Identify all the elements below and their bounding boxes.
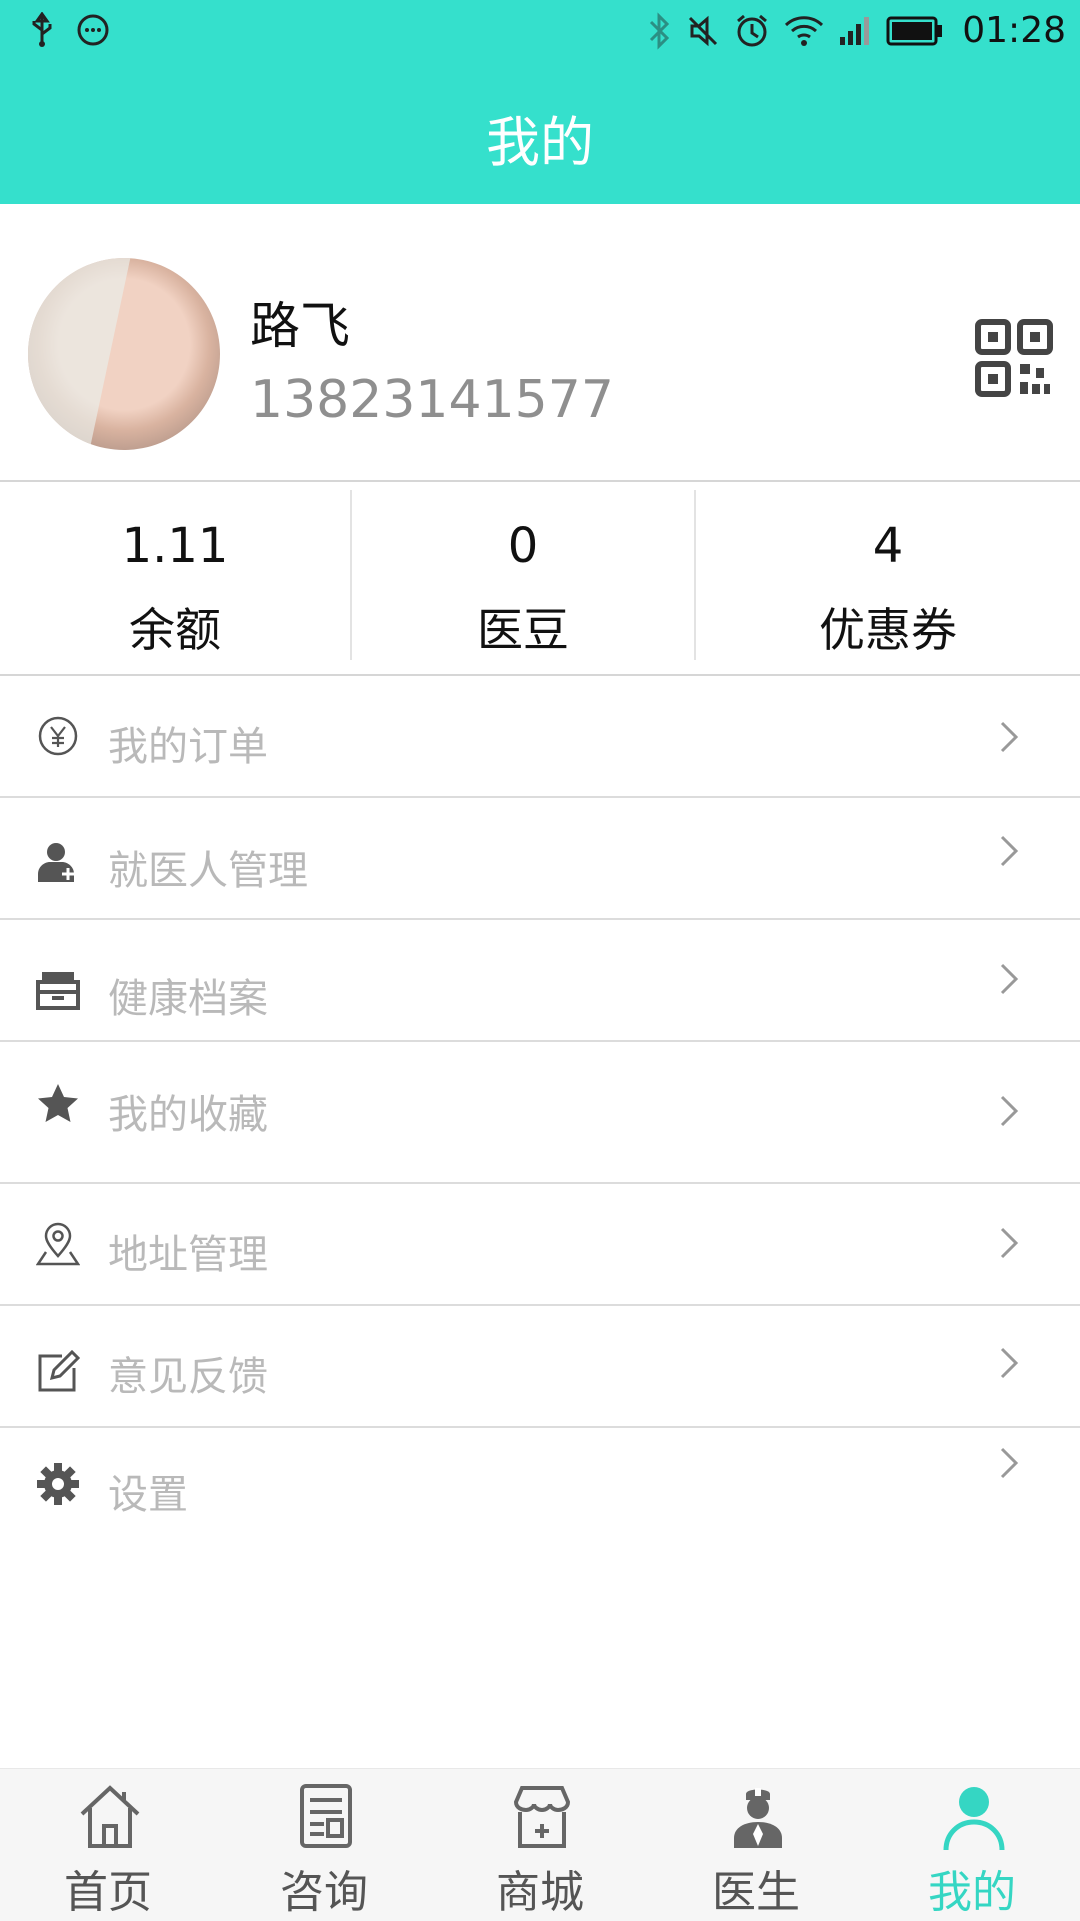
tab-mine[interactable]: 我的 [864, 1768, 1080, 1920]
doctor-icon [734, 1788, 782, 1848]
yen-circle-icon [38, 716, 78, 756]
chevron-right-icon [1000, 1447, 1019, 1479]
stat-coupons[interactable]: 4 优惠券 [696, 488, 1080, 674]
menu-item-label: 我的订单 [108, 724, 268, 770]
chevron-right-icon [1000, 1347, 1019, 1379]
bluetooth-icon [650, 11, 670, 50]
status-time: 01:28 [962, 10, 1066, 51]
menu-item-orders[interactable]: 我的订单 [0, 676, 1080, 796]
stat-label: 余额 [129, 603, 221, 657]
menu-item-label: 就医人管理 [108, 848, 308, 894]
menu-item-patients[interactable]: 就医人管理 [0, 798, 1080, 918]
stat-label: 医豆 [477, 603, 569, 657]
star-icon [38, 1084, 78, 1122]
menu-item-settings[interactable]: 设置 [0, 1428, 1080, 1548]
menu-item-label: 设置 [108, 1472, 188, 1518]
wifi-icon [785, 15, 824, 46]
user-phone: 13823141577 [250, 370, 614, 430]
menu-item-favorites[interactable]: 我的收藏 [0, 1042, 1080, 1182]
qr-code-icon[interactable] [974, 318, 1054, 398]
user-name: 路飞 [250, 297, 350, 355]
home-icon [80, 1785, 140, 1848]
tab-label: 医生 [712, 1867, 800, 1918]
tab-home[interactable]: 首页 [0, 1768, 216, 1920]
stat-value: 1.11 [121, 518, 229, 574]
menu-item-health-records[interactable]: 健康档案 [0, 920, 1080, 1040]
status-bar: 01:28 [0, 0, 1080, 68]
chevron-right-icon [1000, 1227, 1019, 1259]
edit-icon [38, 1350, 80, 1392]
chat-bubble-icon [77, 14, 109, 46]
menu-item-label: 健康档案 [108, 976, 268, 1022]
menu-item-feedback[interactable]: 意见反馈 [0, 1306, 1080, 1426]
chevron-right-icon [1000, 721, 1019, 753]
alarm-icon [737, 14, 768, 46]
signal-icon [840, 16, 870, 45]
document-icon [300, 1784, 352, 1848]
stat-value: 4 [872, 518, 904, 574]
gear-icon [37, 1463, 79, 1505]
stat-label: 优惠券 [819, 603, 957, 657]
chevron-right-icon [1000, 1095, 1019, 1127]
tab-shop[interactable]: 商城 [432, 1768, 648, 1920]
stat-balance[interactable]: 1.11 余额 [0, 488, 350, 674]
tab-label: 咨询 [280, 1867, 368, 1918]
tab-label: 首页 [64, 1867, 152, 1918]
stat-value: 0 [507, 518, 539, 574]
stat-beans[interactable]: 0 医豆 [352, 488, 694, 674]
menu-item-label: 意见反馈 [108, 1354, 268, 1400]
avatar[interactable] [28, 258, 220, 450]
divider [0, 480, 1080, 482]
tab-label: 商城 [496, 1867, 584, 1918]
tab-label: 我的 [928, 1867, 1016, 1918]
person-icon [943, 1787, 1005, 1851]
battery-icon [886, 16, 943, 45]
tab-doctor[interactable]: 医生 [648, 1768, 864, 1920]
tab-consult[interactable]: 咨询 [216, 1768, 432, 1920]
menu-item-label: 我的收藏 [108, 1092, 268, 1138]
mute-icon [689, 15, 718, 46]
chevron-right-icon [1000, 963, 1019, 995]
usb-icon [32, 12, 52, 47]
archive-box-icon [36, 972, 80, 1010]
location-pin-icon [36, 1222, 80, 1266]
menu-item-address[interactable]: 地址管理 [0, 1184, 1080, 1304]
page-title: 我的 [486, 111, 594, 174]
chevron-right-icon [1000, 835, 1019, 867]
shop-icon [513, 1786, 571, 1848]
menu-item-label: 地址管理 [108, 1232, 268, 1278]
patient-icon [38, 843, 74, 882]
